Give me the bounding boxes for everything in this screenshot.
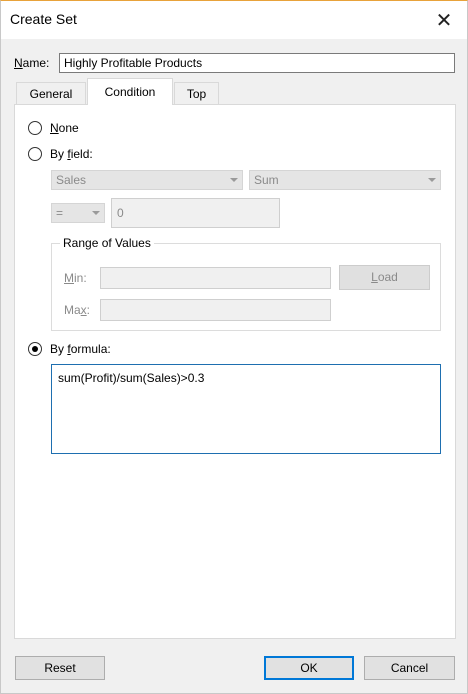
aggregation-dropdown[interactable]: Sum [249,170,441,190]
max-label: Max: [64,303,90,317]
range-of-values-group: Range of Values Min: Load Max: [51,236,441,331]
aggregation-dropdown-value: Sum [254,173,279,187]
field-dropdown[interactable]: Sales [51,170,243,190]
cancel-button[interactable]: Cancel [364,656,455,680]
create-set-dialog: Create Set ✕ Name: Highly Profitable Pro… [0,0,468,694]
operator-dropdown[interactable]: = [51,203,105,223]
condition-panel: None By field: Sales Sum = 0 Range of Va… [14,104,456,639]
chevron-down-icon [428,178,436,182]
by-formula-radio[interactable] [28,342,42,356]
load-button[interactable]: Load [339,265,430,290]
operator-dropdown-value: = [56,206,64,220]
none-mnemonic: N [50,121,59,135]
min-input[interactable] [100,267,331,289]
tab-top[interactable]: Top [174,82,219,105]
by-formula-rest: ormula: [70,342,111,356]
by-formula-pre: By [50,342,68,356]
by-field-label[interactable]: By field: [50,147,93,161]
chevron-down-icon [230,178,238,182]
none-label-rest: one [58,121,79,135]
by-formula-label[interactable]: By formula: [50,342,111,356]
tab-condition[interactable]: Condition [87,78,173,105]
name-input[interactable]: Highly Profitable Products [59,53,455,73]
formula-editor[interactable]: sum(Profit)/sum(Sales)>0.3 [51,364,441,454]
load-mnemonic: L [371,270,378,284]
field-dropdown-value: Sales [56,173,87,187]
tab-general[interactable]: General [16,82,86,105]
by-field-radio[interactable] [28,147,42,161]
min-mnemonic: M [64,271,74,285]
name-label: Name: [14,56,49,70]
max-input[interactable] [100,299,331,321]
none-label[interactable]: None [50,121,79,135]
dialog-title: Create Set [10,11,77,27]
name-label-mnemonic: N [14,56,23,70]
value-input[interactable]: 0 [111,198,280,228]
load-label-rest: oad [377,270,398,284]
chevron-down-icon [92,211,100,215]
max-label-rest: : [86,303,91,317]
max-pre: Ma [64,303,81,317]
range-of-values-title: Range of Values [60,236,154,250]
name-label-rest: ame: [22,56,50,70]
min-label: Min: [64,271,87,285]
by-field-pre: By [50,147,68,161]
close-icon[interactable]: ✕ [421,1,467,39]
ok-button[interactable]: OK [264,656,354,680]
none-radio[interactable] [28,121,42,135]
title-bar: Create Set ✕ [1,1,467,39]
min-label-rest: in: [74,271,87,285]
by-field-rest: ield: [70,147,93,161]
reset-button[interactable]: Reset [15,656,105,680]
